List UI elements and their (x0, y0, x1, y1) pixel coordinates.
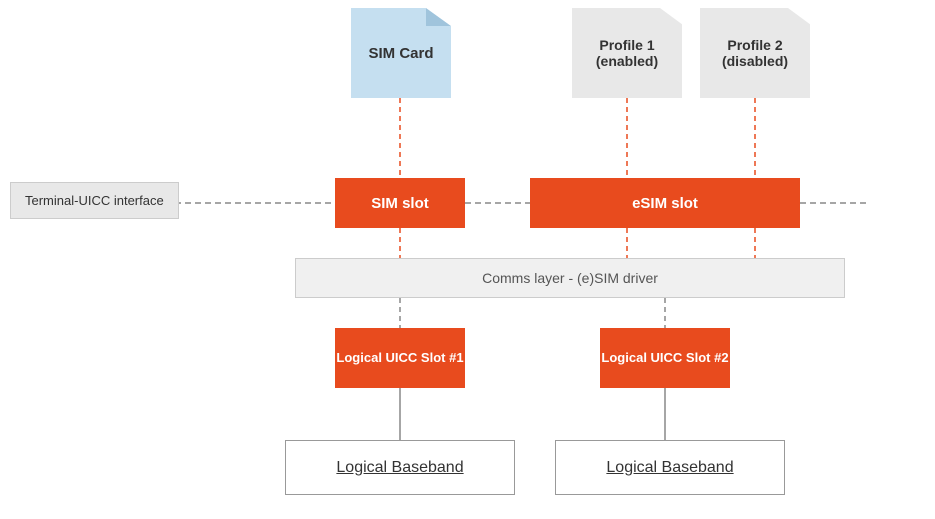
diagram-container: Terminal-UICC interface SIM Card Profile… (0, 0, 935, 519)
luicc-slot1-label: Logical UICC Slot #1 (336, 349, 463, 367)
terminal-uicc-text: Terminal-UICC interface (25, 193, 164, 208)
esim-slot-label: eSIM slot (632, 195, 698, 212)
esim-slot-box: eSIM slot (530, 178, 800, 228)
baseband1-box: Logical Baseband (285, 440, 515, 495)
sim-card-shape (351, 8, 451, 98)
comms-layer-box: Comms layer - (e)SIM driver (295, 258, 845, 298)
baseband2-label: Logical Baseband (606, 459, 733, 477)
profile1-shape (572, 8, 682, 98)
sim-slot-box: SIM slot (335, 178, 465, 228)
terminal-uicc-label: Terminal-UICC interface (10, 182, 179, 219)
luicc-slot2-box: Logical UICC Slot #2 (600, 328, 730, 388)
profile2-shape (700, 8, 810, 98)
luicc-slot2-label: Logical UICC Slot #2 (601, 349, 728, 367)
baseband1-label: Logical Baseband (336, 459, 463, 477)
baseband2-box: Logical Baseband (555, 440, 785, 495)
luicc-slot1-box: Logical UICC Slot #1 (335, 328, 465, 388)
sim-slot-label: SIM slot (371, 195, 429, 212)
comms-layer-label: Comms layer - (e)SIM driver (482, 270, 658, 286)
